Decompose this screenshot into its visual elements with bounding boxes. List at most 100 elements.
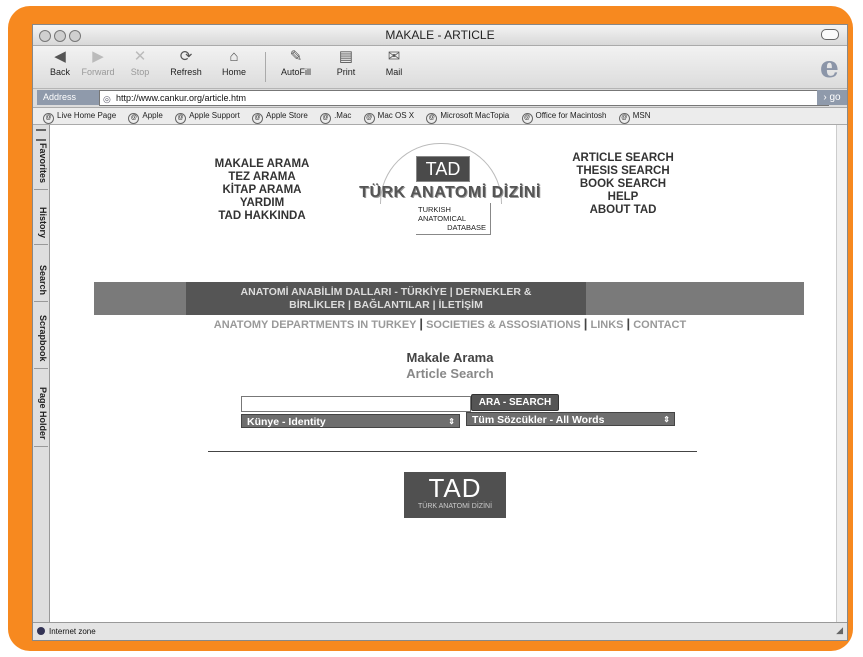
nav-about-tad[interactable]: ABOUT TAD: [558, 204, 688, 217]
autofill-pen-icon: ✎: [289, 48, 303, 65]
footer-logo-abbr: TAD: [428, 473, 482, 503]
page-title-en: Article Search: [406, 366, 494, 381]
status-zone: Internet zone: [49, 627, 96, 636]
turkish-links[interactable]: ANATOMİ ANABİLİM DALLARI - TÜRKİYE | DER…: [186, 286, 586, 312]
mail-button[interactable]: ✉ Mail: [369, 48, 419, 77]
page-content: MAKALE ARAMA TEZ ARAMA KİTAP ARAMA YARDI…: [50, 125, 837, 622]
sidebar-tab-page-holder[interactable]: Page Holder: [34, 387, 48, 447]
status-bar: Internet zone ◢: [33, 622, 847, 640]
nav-tez-arama[interactable]: TEZ ARAMA: [202, 171, 322, 184]
link-links[interactable]: LINKS: [590, 319, 623, 331]
forward-label: Forward: [81, 67, 115, 77]
select-arrows-icon: ⇕: [663, 415, 670, 424]
print-label: Print: [336, 67, 356, 77]
turkish-links-line: ANATOMİ ANABİLİM DALLARI - TÜRKİYE | DER…: [240, 286, 532, 298]
home-button[interactable]: ⌂ Home: [209, 48, 259, 77]
address-input[interactable]: ◎ http://www.cankur.org/article.htm: [99, 90, 829, 106]
field-select-value: Künye - Identity: [247, 416, 326, 428]
toolbar: ◀ Back ▶ Forward ✕ Stop ⟳ Refresh ⌂ Home ✎ Aut…: [33, 46, 847, 89]
nav-kitap-arama[interactable]: KİTAP ARAMA: [202, 184, 322, 197]
browser-window: MAKALE - ARTICLE ◀ Back ▶ Forward ✕ Stop ⟳ R…: [32, 24, 848, 641]
favorite-label: Apple Store: [266, 111, 308, 120]
sidebar-tab-history[interactable]: History: [34, 207, 48, 246]
mail-label: Mail: [385, 67, 403, 77]
logo-sub-line: TURKISH: [418, 205, 451, 214]
stop-label: Stop: [130, 67, 150, 77]
nav-article-search[interactable]: ARTICLE SEARCH: [558, 152, 688, 165]
favorite-page-icon: @: [521, 113, 533, 124]
favorite-page-icon: @: [43, 113, 54, 124]
logo-name: TÜRK ANATOMİ DİZİNİ: [359, 184, 541, 201]
title-bar: MAKALE - ARTICLE: [33, 25, 847, 46]
print-button[interactable]: ▤ Print: [321, 48, 371, 77]
favorite-link[interactable]: @ MSN: [618, 108, 651, 124]
toolbar-separator: [265, 52, 266, 82]
address-bar: Address ◎ http://www.cankur.org/article.…: [33, 89, 847, 108]
favorite-page-icon: @: [252, 113, 264, 124]
search-button[interactable]: ARA - SEARCH: [471, 394, 559, 411]
search-input[interactable]: [241, 396, 471, 412]
turkish-links-line: BİRLİKLER | BAĞLANTILAR | İLETİŞİM: [289, 299, 483, 311]
favorite-link[interactable]: @ Office for Macintosh: [521, 108, 607, 124]
resize-grip-icon[interactable]: ◢: [836, 625, 843, 636]
favorite-label: Apple Support: [189, 111, 240, 120]
stop-button[interactable]: ✕ Stop: [115, 48, 165, 77]
footer-logo: TAD TÜRK ANATOMİ DİZİNİ: [404, 472, 506, 518]
link-contact[interactable]: CONTACT: [633, 319, 686, 331]
nav-thesis-search[interactable]: THESIS SEARCH: [558, 165, 688, 178]
select-arrows-icon: ⇕: [448, 417, 455, 426]
favorite-link[interactable]: @ Apple: [128, 108, 163, 124]
favorite-page-icon: @: [175, 113, 187, 124]
home-label: Home: [221, 67, 246, 77]
link-societies[interactable]: SOCIETIES & ASSOSIATIONS: [426, 319, 581, 331]
favorite-link[interactable]: @ Mac OS X: [363, 108, 415, 124]
link-separator: |: [626, 316, 631, 331]
favorite-link[interactable]: @ Apple Store: [252, 108, 308, 124]
nav-help[interactable]: HELP: [558, 191, 688, 204]
refresh-button[interactable]: ⟳ Refresh: [161, 48, 211, 77]
sidebar-grip-icon[interactable]: [36, 129, 46, 141]
favorite-page-icon: @: [363, 113, 375, 124]
words-select[interactable]: Tüm Sözcükler - All Words ⇕: [466, 412, 675, 426]
sidebar-tab-favorites[interactable]: Favorites: [34, 143, 48, 191]
vertical-scrollbar[interactable]: [836, 125, 847, 622]
go-label: go: [829, 92, 841, 103]
favorite-label: Live Home Page: [57, 111, 117, 120]
favorite-link[interactable]: @ Microsoft MacTopia: [426, 108, 509, 124]
favorite-link[interactable]: @ .Mac: [320, 108, 351, 124]
link-anatomy-departments[interactable]: ANATOMY DEPARTMENTS IN TURKEY: [214, 319, 417, 331]
autofill-button[interactable]: ✎ AutoFill: [271, 48, 321, 77]
page-icon: ◎: [103, 94, 111, 104]
address-label: Address: [37, 90, 101, 105]
divider: [208, 451, 697, 452]
autofill-label: AutoFill: [280, 67, 311, 77]
tad-logo-box: TAD: [416, 156, 470, 182]
favorite-label: Apple: [142, 111, 163, 120]
nav-book-search[interactable]: BOOK SEARCH: [558, 178, 688, 191]
favorite-label: Office for Macintosh: [535, 111, 607, 120]
sidebar-tab-search[interactable]: Search: [34, 265, 48, 303]
nav-yardim[interactable]: YARDIM: [202, 197, 322, 210]
refresh-label: Refresh: [170, 67, 202, 77]
toolbar-toggle-button[interactable]: [821, 29, 839, 40]
favorite-link[interactable]: @ Live Home Page: [43, 108, 116, 124]
field-select[interactable]: Künye - Identity ⇕: [241, 414, 460, 428]
internet-explorer-logo-icon: e: [819, 50, 839, 85]
home-icon: ⌂: [229, 48, 239, 65]
logo-sub-line: ANATOMICAL: [418, 214, 467, 223]
nav-makale-arama[interactable]: MAKALE ARAMA: [202, 158, 322, 171]
footer-logo-name: TÜRK ANATOMİ DİZİNİ: [417, 503, 493, 510]
logo-sub-line: DATABASE: [447, 223, 486, 232]
favorite-page-icon: @: [128, 113, 140, 124]
favorites-bar: @ Live Home Page @ Apple @ Apple Support @ A…: [33, 108, 847, 125]
links-band: ANATOMİ ANABİLİM DALLARI - TÜRKİYE | DER…: [94, 282, 804, 315]
nav-tad-hakkinda[interactable]: TAD HAKKINDA: [202, 210, 322, 223]
favorite-link[interactable]: @ Apple Support: [175, 108, 240, 124]
go-button[interactable]: › go: [817, 90, 847, 105]
favorite-page-icon: @: [320, 113, 332, 124]
back-label: Back: [49, 67, 70, 77]
favorite-label: Mac OS X: [377, 111, 415, 120]
logo-subtitle: TURKISH ANATOMICAL DATABASE: [416, 203, 491, 235]
sidebar-tab-scrapbook[interactable]: Scrapbook: [34, 315, 48, 369]
mail-icon: ✉: [387, 48, 401, 65]
